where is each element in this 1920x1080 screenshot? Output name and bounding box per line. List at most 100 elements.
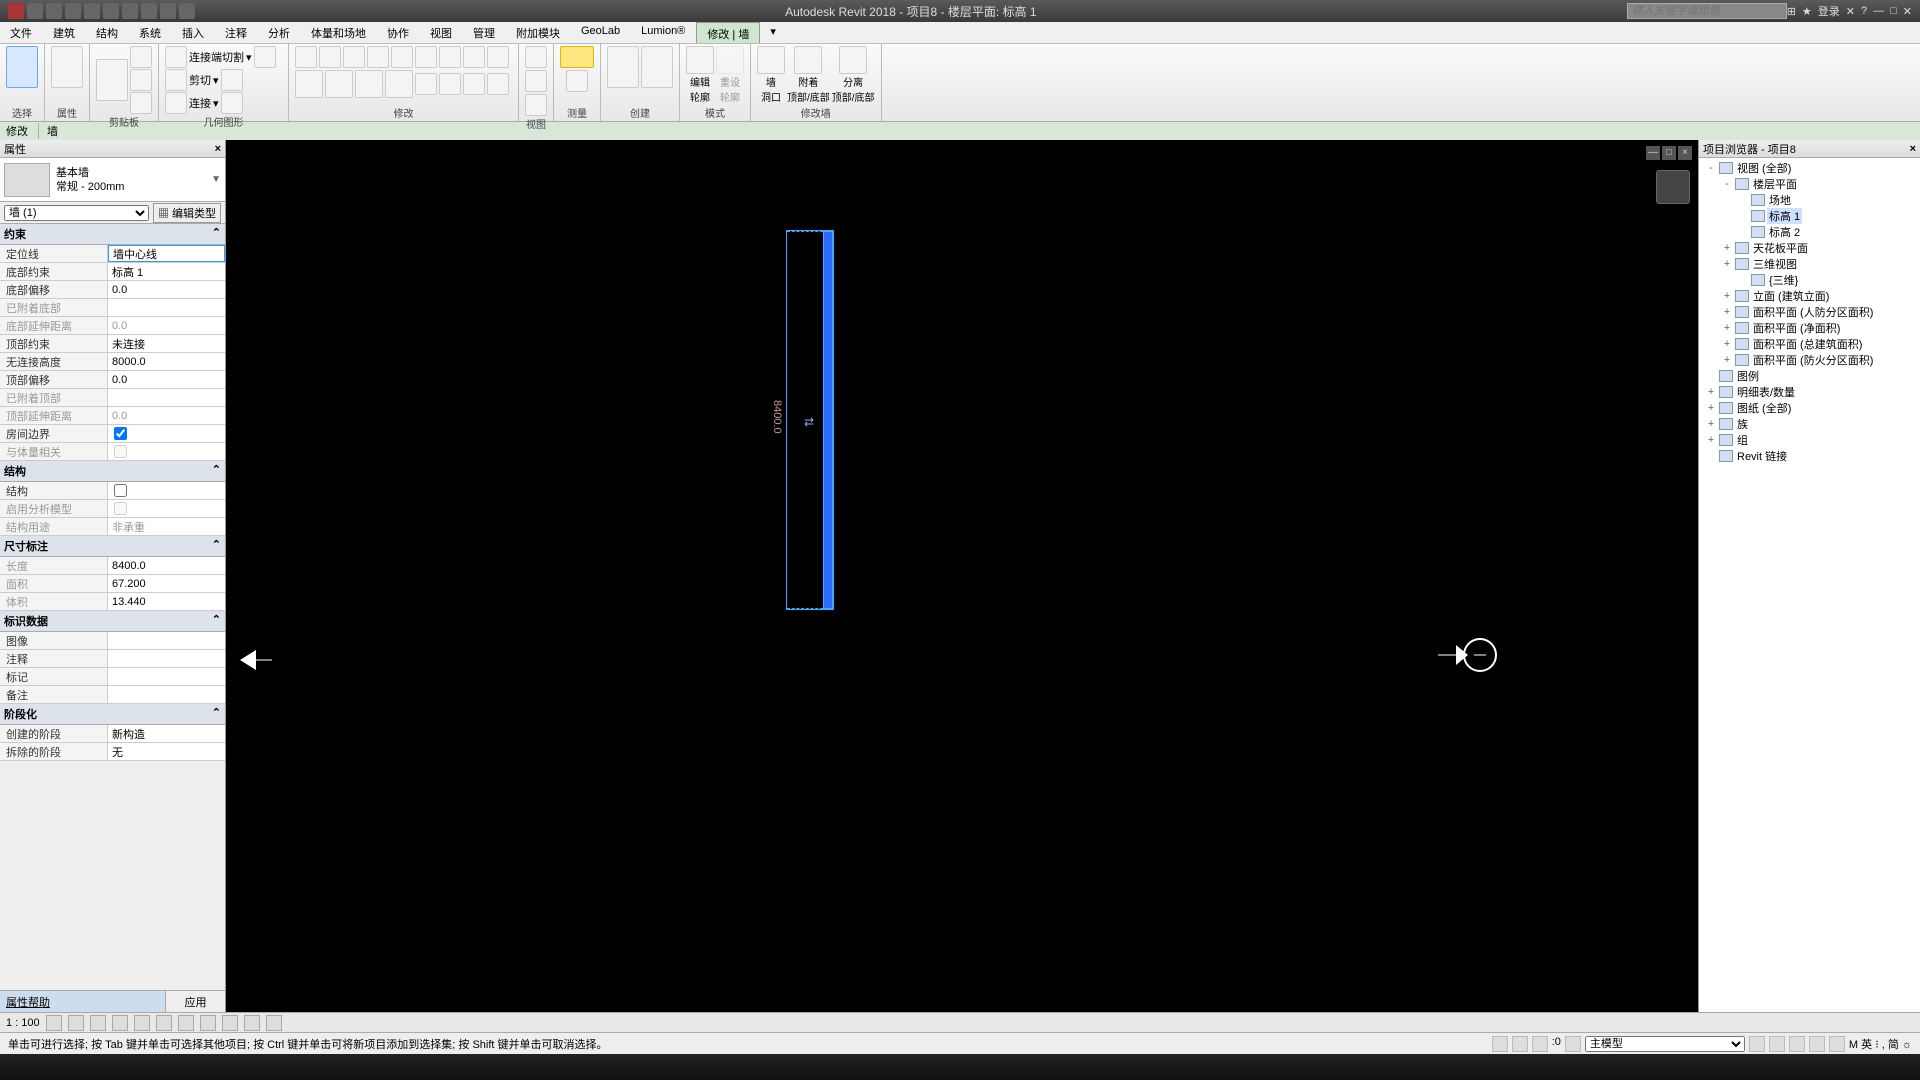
expand-icon[interactable]: + — [1721, 322, 1733, 334]
join-geom-icon[interactable] — [165, 92, 187, 114]
prop-comments[interactable]: 注释 — [0, 650, 225, 668]
qat-undo-icon[interactable] — [84, 3, 100, 19]
join-cut-icon[interactable] — [165, 46, 187, 68]
drag-elements-icon[interactable] — [1829, 1036, 1845, 1052]
select-links-icon[interactable] — [1749, 1036, 1765, 1052]
temp-hide-icon[interactable] — [222, 1015, 238, 1031]
close-button[interactable]: ✕ — [1903, 5, 1912, 18]
delete-icon[interactable] — [487, 73, 509, 95]
sun-path-icon[interactable] — [90, 1015, 106, 1031]
edit-profile-icon[interactable] — [686, 46, 714, 74]
prop-note[interactable]: 备注 — [0, 686, 225, 704]
workset-icon[interactable] — [1492, 1036, 1508, 1052]
expand-icon[interactable]: - — [1721, 178, 1733, 190]
type-selector[interactable]: 基本墙 常规 - 200mm ▼ — [0, 158, 225, 202]
tree-item[interactable]: +图纸 (全部) — [1701, 400, 1918, 416]
tab-lumion[interactable]: Lumion® — [631, 22, 696, 43]
tab-systems[interactable]: 系统 — [129, 22, 172, 43]
tree-item[interactable]: +天花板平面 — [1701, 240, 1918, 256]
qat-print-icon[interactable] — [122, 3, 138, 19]
expand-icon[interactable]: + — [1705, 434, 1717, 446]
apply-button[interactable]: 应用 — [165, 991, 225, 1012]
instance-filter-select[interactable]: 墙 (1) — [4, 205, 149, 221]
measure-icon[interactable] — [560, 46, 594, 68]
prop-top-offset[interactable]: 顶部偏移0.0 — [0, 371, 225, 389]
copy-tool-icon[interactable] — [325, 70, 353, 98]
split-gap-icon[interactable] — [415, 73, 437, 95]
unjoin-icon[interactable] — [221, 92, 243, 114]
structural-checkbox[interactable] — [114, 484, 127, 497]
lock-view-icon[interactable] — [200, 1015, 216, 1031]
select-pinned-icon[interactable] — [1789, 1036, 1805, 1052]
room-bounding-checkbox[interactable] — [114, 427, 127, 440]
vp-maximize-icon[interactable]: □ — [1662, 146, 1676, 160]
crop-view-icon[interactable] — [156, 1015, 172, 1031]
tab-annotate[interactable]: 注释 — [215, 22, 258, 43]
prop-mark[interactable]: 标记 — [0, 668, 225, 686]
tab-insert[interactable]: 插入 — [172, 22, 215, 43]
ime-indicator[interactable]: M 英 ⁝ , 简 ☼ — [1849, 1036, 1912, 1052]
browser-tree[interactable]: -视图 (全部)-楼层平面场地标高 1标高 2+天花板平面+三维视图{三维}+立… — [1699, 158, 1920, 1012]
tab-manage[interactable]: 管理 — [463, 22, 506, 43]
lock-icon[interactable] — [487, 46, 509, 68]
model-select[interactable]: 主模型 — [1585, 1036, 1745, 1052]
tree-item[interactable]: +明细表/数量 — [1701, 384, 1918, 400]
hide-icon[interactable] — [525, 46, 547, 68]
matchprops-button[interactable] — [130, 92, 152, 114]
trim-corner-icon[interactable] — [385, 70, 413, 98]
elevation-marker-west[interactable] — [234, 640, 274, 680]
qat-redo-icon[interactable] — [103, 3, 119, 19]
pin-icon[interactable] — [439, 73, 461, 95]
prop-base-offset[interactable]: 底部偏移0.0 — [0, 281, 225, 299]
drawing-canvas[interactable]: — □ × 8400.0 ⇄ — [226, 140, 1698, 1012]
help-icon[interactable]: ? — [1861, 5, 1867, 17]
paste-button[interactable] — [96, 59, 128, 101]
prop-unconnected-h[interactable]: 无连接高度8000.0 — [0, 353, 225, 371]
cope-icon[interactable] — [254, 46, 276, 68]
expand-icon[interactable]: + — [1705, 418, 1717, 430]
group-dimensions[interactable]: 尺寸标注⌃ — [0, 536, 225, 557]
tree-item[interactable]: -视图 (全部) — [1701, 160, 1918, 176]
login-button[interactable]: 登录 — [1818, 3, 1840, 19]
create-group-icon[interactable] — [641, 46, 673, 88]
expand-icon[interactable]: + — [1721, 258, 1733, 270]
expand-icon[interactable]: + — [1721, 290, 1733, 302]
elevation-marker-east[interactable] — [1438, 630, 1498, 680]
worksharing-icon[interactable] — [266, 1015, 282, 1031]
vp-close-icon[interactable]: × — [1678, 146, 1692, 160]
tab-view[interactable]: 视图 — [420, 22, 463, 43]
scale-display[interactable]: 1 : 100 — [6, 1017, 40, 1029]
tree-item[interactable]: Revit 链接 — [1701, 448, 1918, 464]
tree-item[interactable]: +立面 (建筑立面) — [1701, 288, 1918, 304]
cut-button[interactable] — [130, 46, 152, 68]
qat-tag-icon[interactable] — [179, 3, 195, 19]
tree-item[interactable]: +组 — [1701, 432, 1918, 448]
expand-icon[interactable]: + — [1721, 338, 1733, 350]
prop-top-constraint[interactable]: 顶部约束未连接 — [0, 335, 225, 353]
offset-icon[interactable] — [319, 46, 341, 68]
trim-extend-icon[interactable] — [463, 46, 485, 68]
detail-level-icon[interactable] — [46, 1015, 62, 1031]
tab-analyze[interactable]: 分析 — [258, 22, 301, 43]
rotate-icon[interactable] — [355, 70, 383, 98]
create-similar-icon[interactable] — [607, 46, 639, 88]
select-underlay-icon[interactable] — [1769, 1036, 1785, 1052]
tab-massing[interactable]: 体量和场地 — [301, 22, 377, 43]
tree-item[interactable]: +面积平面 (总建筑面积) — [1701, 336, 1918, 352]
align-icon[interactable] — [295, 46, 317, 68]
tab-expand-icon[interactable]: ▾ — [760, 22, 787, 43]
group-constraints[interactable]: 约束⌃ — [0, 224, 225, 245]
arrow-icon[interactable]: ▾ — [213, 74, 219, 87]
tree-item[interactable]: +面积平面 (人防分区面积) — [1701, 304, 1918, 320]
shadows-icon[interactable] — [112, 1015, 128, 1031]
mirror-axis-icon[interactable] — [343, 46, 365, 68]
tab-geolab[interactable]: GeoLab — [571, 22, 631, 43]
qat-sync-icon[interactable] — [65, 3, 81, 19]
navigation-wheel[interactable] — [1656, 170, 1690, 204]
design-options-icon[interactable] — [1532, 1036, 1548, 1052]
properties-help-link[interactable]: 属性帮助 — [0, 991, 165, 1012]
arrow-icon[interactable]: ▾ — [213, 97, 219, 110]
tab-collab[interactable]: 协作 — [377, 22, 420, 43]
editable-icon[interactable] — [1512, 1036, 1528, 1052]
dim-icon[interactable] — [566, 70, 588, 92]
